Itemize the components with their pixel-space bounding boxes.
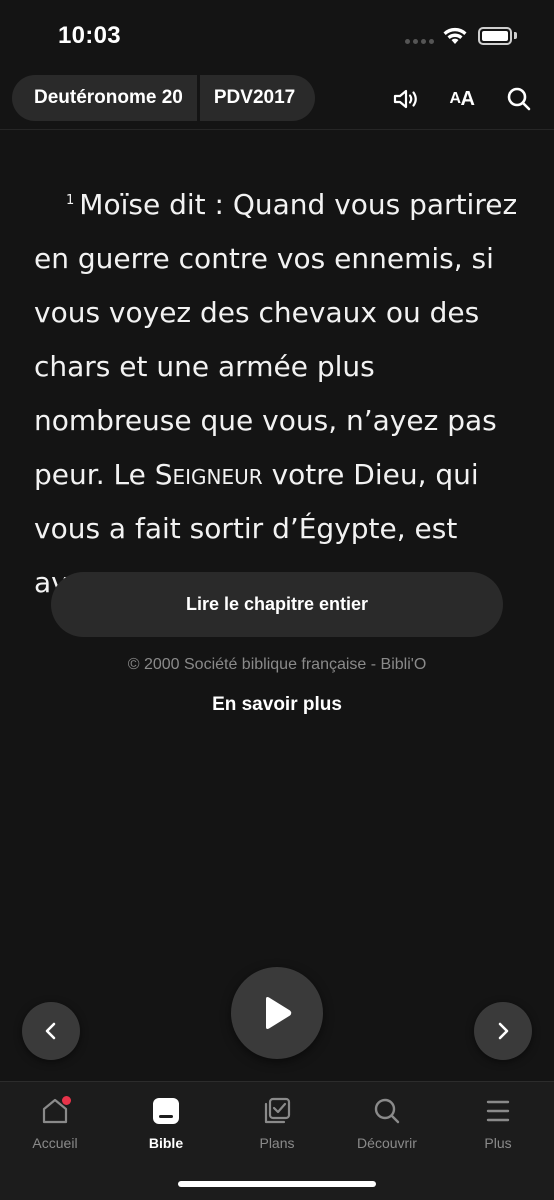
chevron-right-icon xyxy=(498,1022,509,1040)
tab-label: Découvrir xyxy=(357,1135,417,1151)
search-icon xyxy=(370,1094,404,1128)
play-audio-button[interactable] xyxy=(231,967,323,1059)
chevron-left-icon xyxy=(45,1022,56,1040)
next-chapter-button[interactable] xyxy=(474,1002,532,1060)
battery-icon xyxy=(478,27,512,45)
read-full-chapter-button[interactable]: Lire le chapitre entier xyxy=(51,572,503,637)
text-size-icon[interactable]: AA xyxy=(448,85,476,113)
learn-more-link[interactable]: En savoir plus xyxy=(0,694,554,716)
tab-label: Accueil xyxy=(32,1135,78,1151)
version-button[interactable]: PDV2017 xyxy=(199,75,316,121)
verse-text-part-1: Moïse dit : Quand vous partirez en guerr… xyxy=(34,188,518,491)
tab-label: Bible xyxy=(148,1135,184,1151)
status-time: 10:03 xyxy=(58,22,121,49)
notification-badge xyxy=(62,1096,71,1105)
tab-bible[interactable]: Bible xyxy=(111,1094,221,1151)
book-version-selector: Deutéronome 20 PDV2017 xyxy=(12,75,316,121)
tab-decouvrir[interactable]: Découvrir xyxy=(332,1094,442,1151)
plans-icon xyxy=(260,1094,294,1128)
play-icon xyxy=(266,997,292,1029)
cellular-signal-icon xyxy=(405,39,434,44)
tab-label: Plans xyxy=(259,1135,295,1151)
speaker-icon[interactable] xyxy=(392,85,420,113)
menu-icon xyxy=(481,1094,515,1128)
reader-header: Deutéronome 20 PDV2017 AA xyxy=(0,75,554,130)
wifi-icon xyxy=(442,25,468,50)
verse-lord-smallcaps: Seigneur xyxy=(154,458,263,491)
home-icon xyxy=(38,1094,72,1128)
text-size-small-a: A xyxy=(449,90,461,107)
search-icon[interactable] xyxy=(505,85,533,113)
verse-text[interactable]: 1 Moïse dit : Quand vous partirez en guer… xyxy=(34,178,524,610)
tab-label: Plus xyxy=(484,1135,512,1151)
tab-plans[interactable]: Plans xyxy=(222,1094,332,1151)
bible-icon xyxy=(149,1094,183,1128)
text-size-big-a: A xyxy=(460,87,475,110)
tab-accueil[interactable]: Accueil xyxy=(0,1094,110,1151)
home-indicator[interactable] xyxy=(178,1181,376,1187)
battery-tip xyxy=(514,32,517,39)
status-bar: 10:03 xyxy=(0,0,554,70)
copyright-notice: © 2000 Société biblique française - Bibl… xyxy=(127,656,427,673)
verse-number: 1 xyxy=(66,193,75,208)
previous-chapter-button[interactable] xyxy=(22,1002,80,1060)
tab-plus[interactable]: Plus xyxy=(443,1094,553,1151)
book-chapter-button[interactable]: Deutéronome 20 xyxy=(12,75,197,121)
